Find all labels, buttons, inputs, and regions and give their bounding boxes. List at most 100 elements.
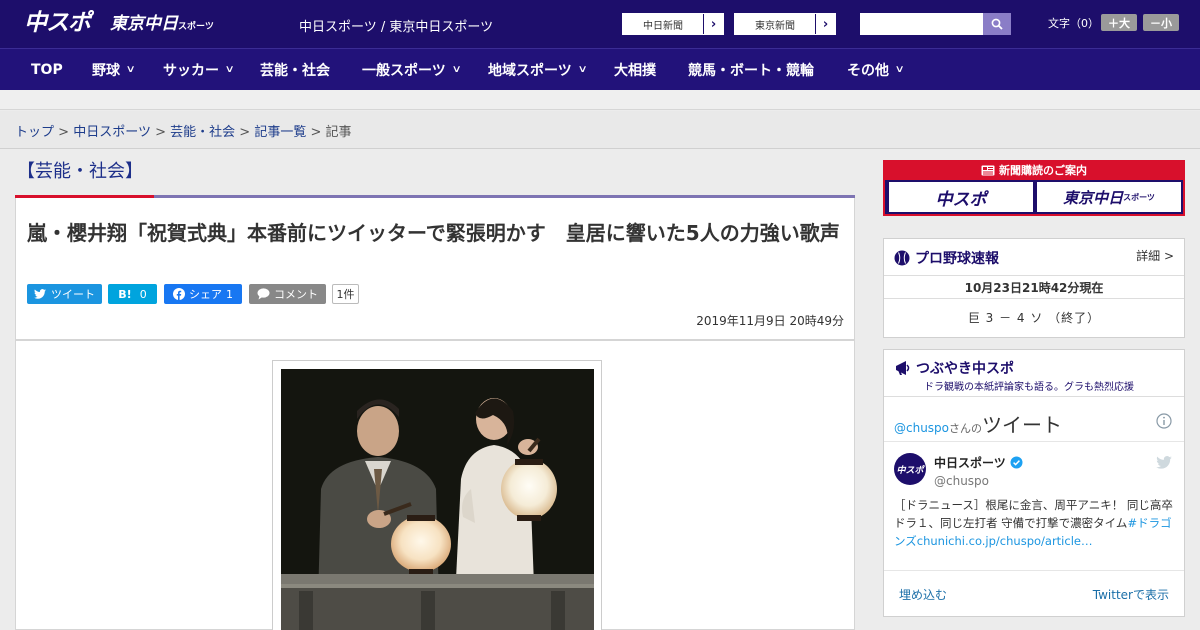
nav-label: 競馬・ボート・競輪 [688, 62, 814, 79]
tweet-text: ［ドラニュース］根尾に金言、周平アニキ！ 同じ高卒ドラ１、同じ左打者 守備で打撃… [894, 496, 1176, 550]
twitter-panel-subtitle: ドラ観戦の本紙評論家も語る。グラも熱烈応援 [924, 382, 1134, 393]
avatar-text: 中スポ [896, 465, 924, 476]
breadcrumb-separator: > [310, 125, 322, 140]
chevron-down-icon: ∨ [577, 64, 588, 75]
hatena-count: 0 [139, 287, 147, 301]
tokyo-logo-text: 東京中日 [110, 14, 178, 34]
timeline-handle[interactable]: @chuspo [894, 421, 949, 435]
nav-label: TOP [31, 61, 63, 78]
font-smaller-button[interactable]: －小 [1143, 14, 1179, 31]
comment-count[interactable]: 1件 [332, 284, 359, 304]
subscription-title-text: 新聞購読のご案内 [999, 164, 1087, 177]
article-photo[interactable] [281, 369, 594, 630]
link-label: 東京新聞 [735, 14, 815, 34]
breadcrumb-separator: > [155, 125, 166, 140]
font-size-label: 文字（0） [1048, 17, 1099, 30]
nav-item-general-sports[interactable]: 一般スポーツ ∨ [362, 49, 462, 90]
hatena-bookmark-button[interactable]: B! 0 [108, 284, 157, 304]
tokyo-logo-small: スポーツ [178, 22, 214, 32]
breadcrumb-top[interactable]: トップ [15, 125, 54, 140]
site-name: 中日スポーツ / 東京中日スポーツ [299, 20, 494, 35]
main-nav: TOP 野球 ∨ サッカー ∨ 芸能・社会 一般スポーツ ∨ 地域スポーツ ∨ 大相撲 … [0, 48, 1200, 90]
timeline-footer-divider [884, 570, 1184, 571]
twitter-bird-icon [1156, 456, 1172, 469]
game-score[interactable]: 巨 3 － 4 ソ （終了） [884, 309, 1184, 326]
verified-badge-icon [1010, 456, 1023, 469]
breadcrumb-entertainment[interactable]: 芸能・社会 [170, 125, 235, 140]
search-input[interactable] [860, 13, 983, 35]
chevron-down-icon: ∨ [894, 64, 905, 75]
pro-baseball-detail-link[interactable]: 詳細 > [1136, 247, 1174, 264]
breadcrumb: トップ > 中日スポーツ > 芸能・社会 > 記事一覧 > 記事 [15, 121, 352, 140]
breadcrumb-separator: > [58, 125, 70, 140]
tweet-user-handle: @chuspo [934, 474, 990, 488]
nav-label: 地域スポーツ [488, 62, 572, 79]
view-on-twitter-link[interactable]: Twitterで表示 [1093, 586, 1169, 603]
tokyo-chunichi-subscribe-button[interactable]: 東京中日 スポーツ [1037, 182, 1181, 212]
timeline-header: @chuspo さんの ツイート [884, 396, 1184, 442]
chevron-down-icon: ∨ [451, 64, 462, 75]
facebook-icon [173, 288, 185, 300]
embed-link[interactable]: 埋め込む [899, 586, 947, 603]
sub-bar [0, 90, 1200, 110]
chuspo-subscribe-button[interactable]: 中スポ [889, 182, 1033, 212]
nav-label: 芸能・社会 [260, 62, 330, 79]
comment-button[interactable]: コメント [249, 284, 326, 304]
nav-item-baseball[interactable]: 野球 ∨ [92, 49, 136, 90]
info-icon[interactable] [1156, 413, 1172, 429]
avatar[interactable]: 中スポ [894, 453, 926, 485]
facebook-share-count: 1 [226, 287, 233, 301]
tokyo-chunichi-logo[interactable]: 東京中日スポーツ [110, 13, 214, 38]
nav-label: サッカー [163, 62, 219, 79]
megaphone-icon [896, 361, 910, 375]
newspaper-icon [981, 165, 995, 175]
pro-baseball-panel: プロ野球速報 詳細 > 10月23日21時42分現在 巨 3 － 4 ソ （終了… [883, 238, 1185, 338]
chuspo-logo[interactable]: 中スポ [24, 9, 91, 37]
twitter-panel-header: つぶやき中スポ [894, 358, 1014, 378]
breadcrumb-current: 記事 [325, 125, 352, 140]
facebook-share-label: シェア [189, 288, 222, 301]
twitter-panel-title: つぶやき中スポ [916, 361, 1014, 377]
tokyo-subscribe-text: 東京中日 [1063, 188, 1124, 207]
timeline-handle-suffix: さんの [949, 422, 983, 435]
nav-label: 野球 [92, 62, 120, 79]
chunichi-shimbun-link[interactable]: 中日新聞 › [622, 13, 724, 35]
nav-item-racing[interactable]: 競馬・ボート・競輪 [688, 49, 814, 90]
tweet-user[interactable]: 中日スポーツ [934, 454, 1023, 471]
hatena-icon: B! [118, 287, 132, 301]
photo-illustration [281, 369, 594, 630]
category-title[interactable]: 【芸能・社会】 [17, 160, 143, 184]
search-button[interactable] [983, 13, 1011, 35]
nav-item-local-sports[interactable]: 地域スポーツ ∨ [488, 49, 588, 90]
nav-item-soccer[interactable]: サッカー ∨ [163, 49, 235, 90]
tokyo-shimbun-link[interactable]: 東京新聞 › [734, 13, 836, 35]
speech-bubble-icon [257, 288, 270, 300]
font-larger-button[interactable]: ＋大 [1101, 14, 1137, 31]
comment-label: コメント [274, 288, 318, 301]
breadcrumb-article-list[interactable]: 記事一覧 [254, 125, 306, 140]
nav-item-other[interactable]: その他 ∨ [847, 49, 905, 90]
nav-label: 一般スポーツ [362, 62, 446, 79]
search-icon [991, 18, 1003, 30]
search-box [860, 13, 1011, 35]
tweet-button[interactable]: ツイート [27, 284, 102, 304]
tweet-user-name: 中日スポーツ [934, 456, 1006, 470]
site-header: 中スポ 東京中日スポーツ 中日スポーツ / 東京中日スポーツ 中日新聞 › 東京… [0, 0, 1200, 48]
chevron-down-icon: ∨ [224, 64, 235, 75]
tweet-label: ツイート [51, 288, 95, 301]
subscription-banner[interactable]: 新聞購読のご案内 中スポ 東京中日 スポーツ [883, 160, 1185, 216]
breadcrumb-chunichi-sports[interactable]: 中日スポーツ [73, 125, 151, 140]
nav-item-sumo[interactable]: 大相撲 [614, 49, 656, 90]
article-main: 【芸能・社会】 嵐・櫻井翔「祝賀式典」本番前にツイッターで緊張明かす 皇居に響い… [15, 160, 855, 630]
timeline-title: @chuspo さんの ツイート [894, 409, 1062, 438]
nav-label: その他 [847, 62, 889, 79]
pro-baseball-updated: 10月23日21時42分現在 [884, 275, 1184, 299]
nav-item-top[interactable]: TOP [31, 49, 63, 90]
facebook-share-button[interactable]: シェア 1 [164, 284, 242, 304]
tokyo-subscribe-small: スポーツ [1123, 192, 1155, 202]
nav-item-entertainment[interactable]: 芸能・社会 [260, 49, 330, 90]
chevron-down-icon: ∨ [125, 64, 136, 75]
chevron-right-icon: › [815, 14, 835, 34]
twitter-bird-icon [34, 289, 46, 299]
link-label: 中日新聞 [623, 14, 703, 34]
